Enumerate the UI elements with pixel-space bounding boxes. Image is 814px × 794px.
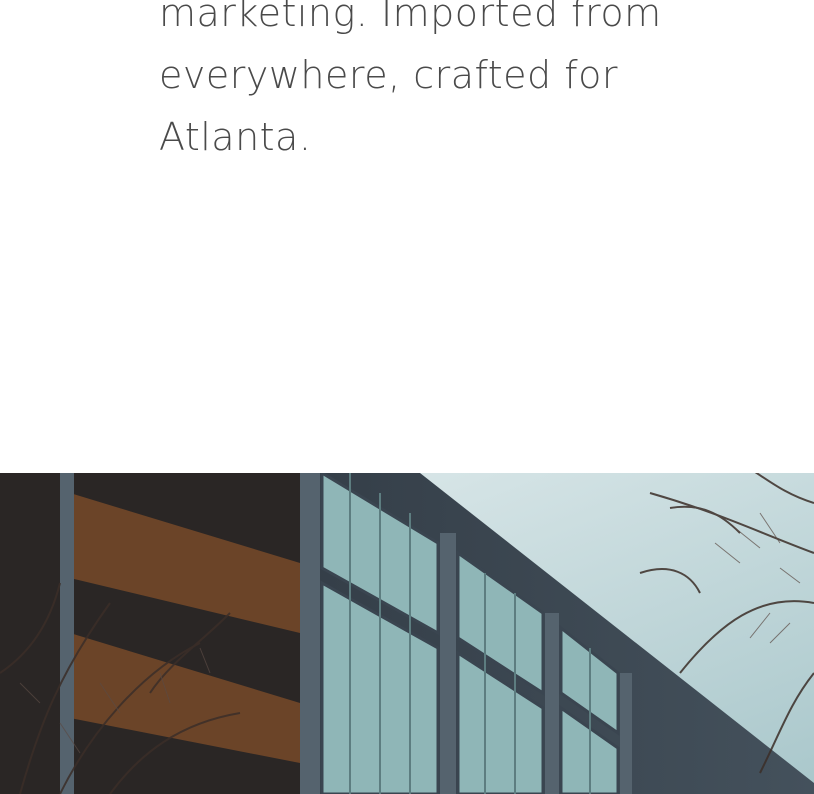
hero-image xyxy=(0,473,814,794)
intro-line-1: marketing. Imported from xyxy=(159,0,662,35)
building-illustration xyxy=(0,473,814,794)
intro-line-3: Atlanta. xyxy=(159,115,312,159)
intro-text: marketing. Imported from everywhere, cra… xyxy=(159,0,719,168)
intro-line-2: everywhere, crafted for xyxy=(159,53,618,97)
